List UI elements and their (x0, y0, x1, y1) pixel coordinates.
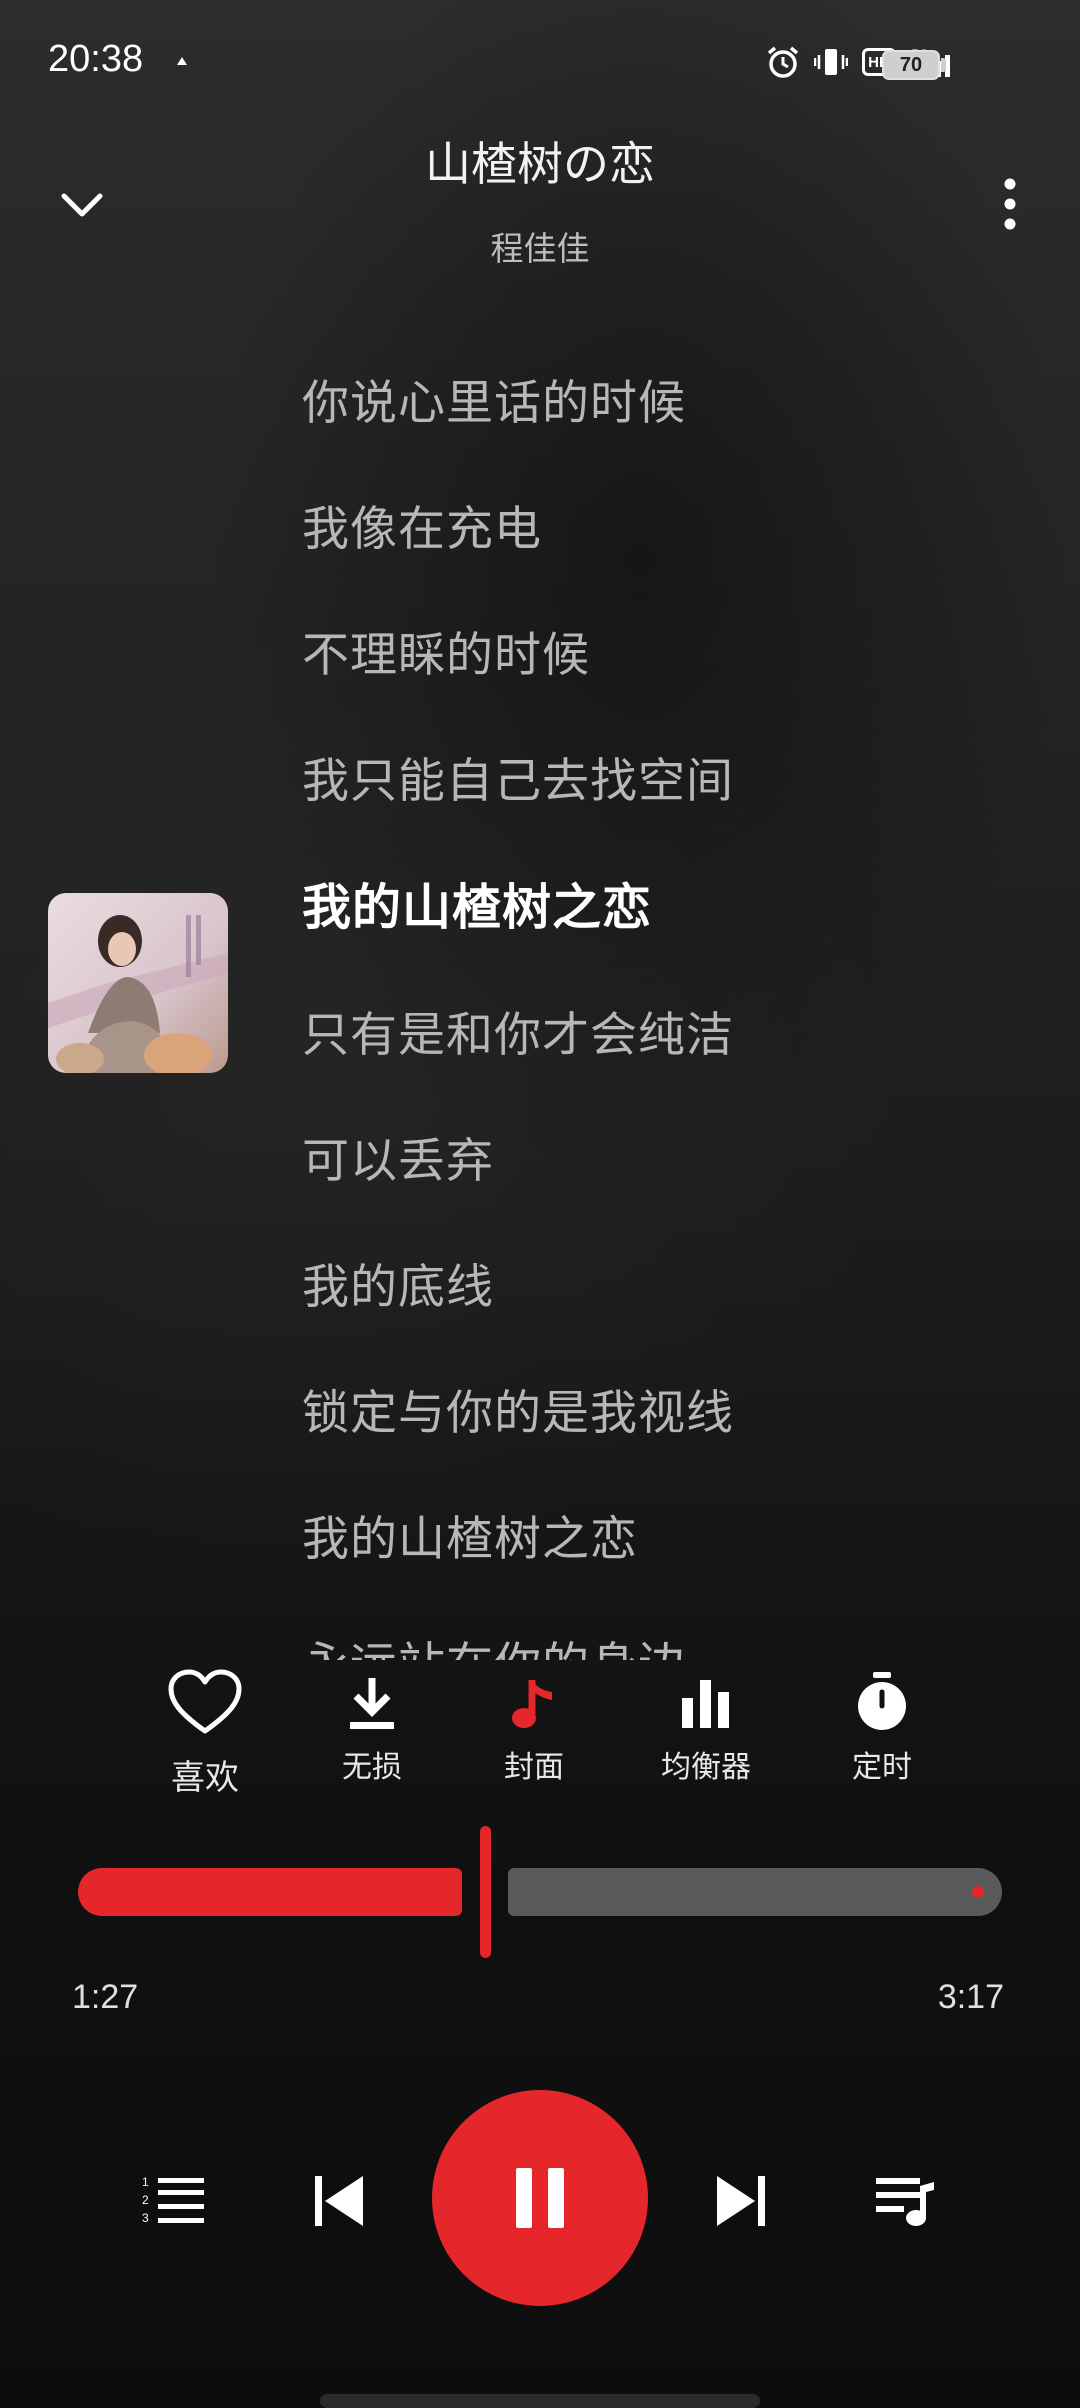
lyric-line[interactable]: 不理睬的时候 (302, 616, 590, 685)
lyric-line[interactable]: 永远站在你的身边 (302, 1626, 686, 1660)
timer-label: 定时 (852, 1750, 912, 1785)
more-options-button[interactable] (990, 172, 1030, 236)
album-cover[interactable] (48, 893, 228, 1073)
lyric-line[interactable]: 只有是和你才会纯洁 (302, 996, 734, 1065)
like-button[interactable]: 喜欢 (150, 1668, 260, 1799)
playlist-order-button[interactable]: 1 2 3 (136, 2168, 212, 2234)
alarm-icon (767, 46, 799, 78)
more-vertical-icon (1004, 178, 1016, 230)
lyric-line[interactable]: 我像在充电 (302, 490, 542, 559)
stopwatch-icon (858, 1672, 906, 1730)
album-cover-image (48, 893, 228, 1073)
queue-music-icon (876, 2178, 934, 2226)
progress-remaining[interactable] (508, 1868, 1002, 1916)
song-title: 山楂树の恋 (425, 137, 655, 191)
skip-previous-icon (315, 2176, 363, 2226)
pause-button[interactable] (432, 2090, 648, 2306)
numbered-list-icon: 1 2 3 (142, 2175, 204, 2225)
equalizer-button[interactable]: 均衡器 (646, 1674, 766, 1786)
music-note-icon (512, 1680, 552, 1728)
progress-marker (972, 1886, 984, 1898)
svg-text:1: 1 (142, 2175, 149, 2189)
chevron-down-icon (61, 193, 103, 217)
cover-button[interactable]: 封面 (484, 1674, 584, 1786)
lyric-line[interactable]: 你说心里话的时候 (302, 364, 686, 433)
lyric-line[interactable]: 我只能自己去找空间 (302, 742, 734, 811)
home-indicator[interactable] (320, 2394, 760, 2408)
progress-thumb[interactable] (480, 1826, 491, 1958)
lossless-button[interactable]: 无损 (322, 1674, 422, 1786)
progress-played (78, 1868, 462, 1916)
artist-name[interactable]: 程佳佳 (0, 222, 1080, 270)
status-time: 20:38 (48, 38, 144, 80)
notification-dot-icon (177, 57, 187, 65)
total-time: 3:17 (937, 1978, 1004, 2016)
like-label: 喜欢 (171, 1758, 239, 1798)
pause-icon (516, 2168, 564, 2228)
svg-text:2: 2 (142, 2193, 149, 2207)
battery-indicator: 70 (882, 50, 940, 80)
next-button[interactable] (706, 2166, 776, 2236)
lyric-line[interactable]: 我的山楂树之恋 (302, 1500, 638, 1569)
status-bar: 20:38 HD 5G 70 (0, 0, 1080, 110)
lyric-line[interactable]: 锁定与你的是我视线 (302, 1374, 734, 1443)
lossless-label: 无损 (342, 1750, 402, 1785)
lyric-line-active[interactable]: 我的山楂树之恋 (302, 868, 652, 939)
equalizer-icon (682, 1680, 729, 1728)
elapsed-time: 1:27 (72, 1978, 139, 2016)
cover-label: 封面 (504, 1750, 564, 1785)
download-icon (350, 1678, 394, 1729)
timer-button[interactable]: 定时 (832, 1670, 932, 1786)
lyric-line[interactable]: 可以丢弃 (302, 1122, 494, 1191)
svg-text:3: 3 (142, 2211, 149, 2225)
equalizer-label: 均衡器 (661, 1750, 751, 1785)
previous-button[interactable] (304, 2166, 374, 2236)
queue-button[interactable] (866, 2166, 946, 2236)
lyric-line[interactable]: 我的底线 (302, 1248, 494, 1317)
vibrate-icon (814, 49, 848, 75)
battery-cap (941, 58, 946, 72)
skip-next-icon (717, 2176, 765, 2226)
heart-icon (168, 1669, 242, 1734)
lyrics-panel[interactable]: 你说心里话的时候 我像在充电 不理睬的时候 我只能自己去找空间 我的山楂树之恋 … (302, 360, 1042, 1660)
